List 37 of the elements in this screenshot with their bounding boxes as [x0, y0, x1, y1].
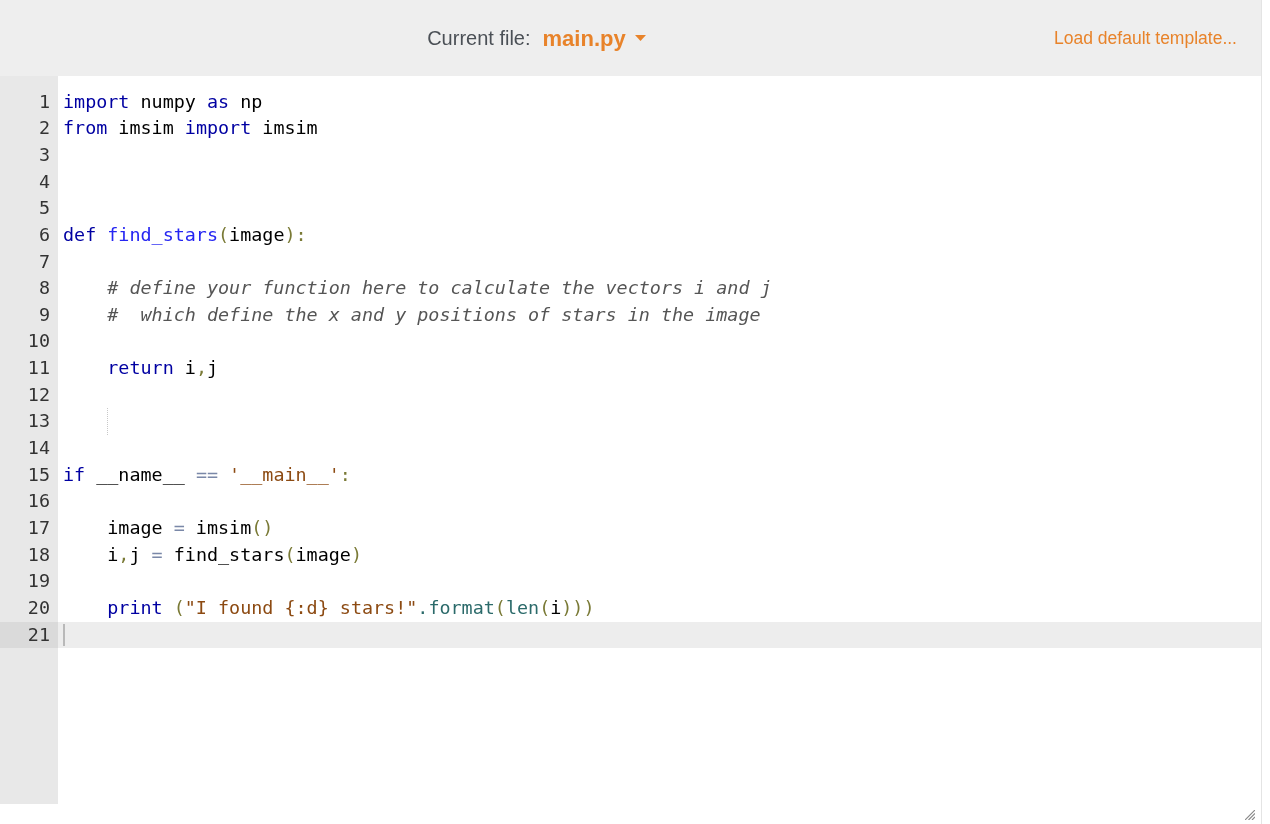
code-line: print ("I found {:d} stars!".format(len(i))) — [107, 595, 595, 620]
line-number: 13 — [27, 410, 50, 432]
code-line: # which define the x and y positions of stars in the image — [107, 302, 761, 327]
code-line: # define your function here to calculate the vectors i and j — [107, 276, 772, 301]
current-file-label: Current file: — [427, 26, 531, 51]
code-line: image = imsim() — [107, 515, 274, 540]
caret-icon — [634, 35, 646, 41]
line-number: 7 — [38, 250, 50, 272]
line-number: 21 — [27, 623, 50, 645]
line-number: 11 — [27, 357, 50, 379]
code-line: if __name__ == '__main__': — [63, 462, 351, 487]
line-number: 17 — [27, 516, 50, 538]
line-number: 6 — [38, 223, 50, 245]
line-number: 20 — [27, 596, 50, 618]
line-number: 19 — [27, 570, 50, 592]
text-cursor — [63, 623, 65, 647]
file-dropdown[interactable]: main.py — [542, 21, 646, 55]
code-line: return i,j — [107, 356, 219, 381]
line-number: 1 — [38, 90, 50, 112]
line-number: 8 — [38, 277, 50, 299]
line-number: 16 — [27, 490, 50, 512]
line-number: 2 — [38, 117, 50, 139]
line-number: 5 — [38, 197, 50, 219]
code-line: from imsim import imsim — [63, 116, 318, 141]
line-number: 9 — [38, 303, 50, 325]
code-line: i,j = find_stars(image) — [107, 542, 362, 567]
code-line: import numpy as np — [63, 89, 263, 114]
line-number: 10 — [27, 330, 50, 352]
line-number: 18 — [27, 543, 50, 565]
load-template-link[interactable]: Load default template... — [1054, 24, 1237, 52]
line-number: 4 — [38, 170, 50, 192]
resize-handle-icon[interactable] — [1245, 810, 1255, 820]
line-number: 15 — [27, 463, 50, 485]
line-number: 3 — [38, 143, 50, 165]
line-number: 14 — [27, 437, 50, 458]
code-line: def find_stars(image): — [63, 222, 307, 247]
line-number: 12 — [27, 383, 50, 405]
